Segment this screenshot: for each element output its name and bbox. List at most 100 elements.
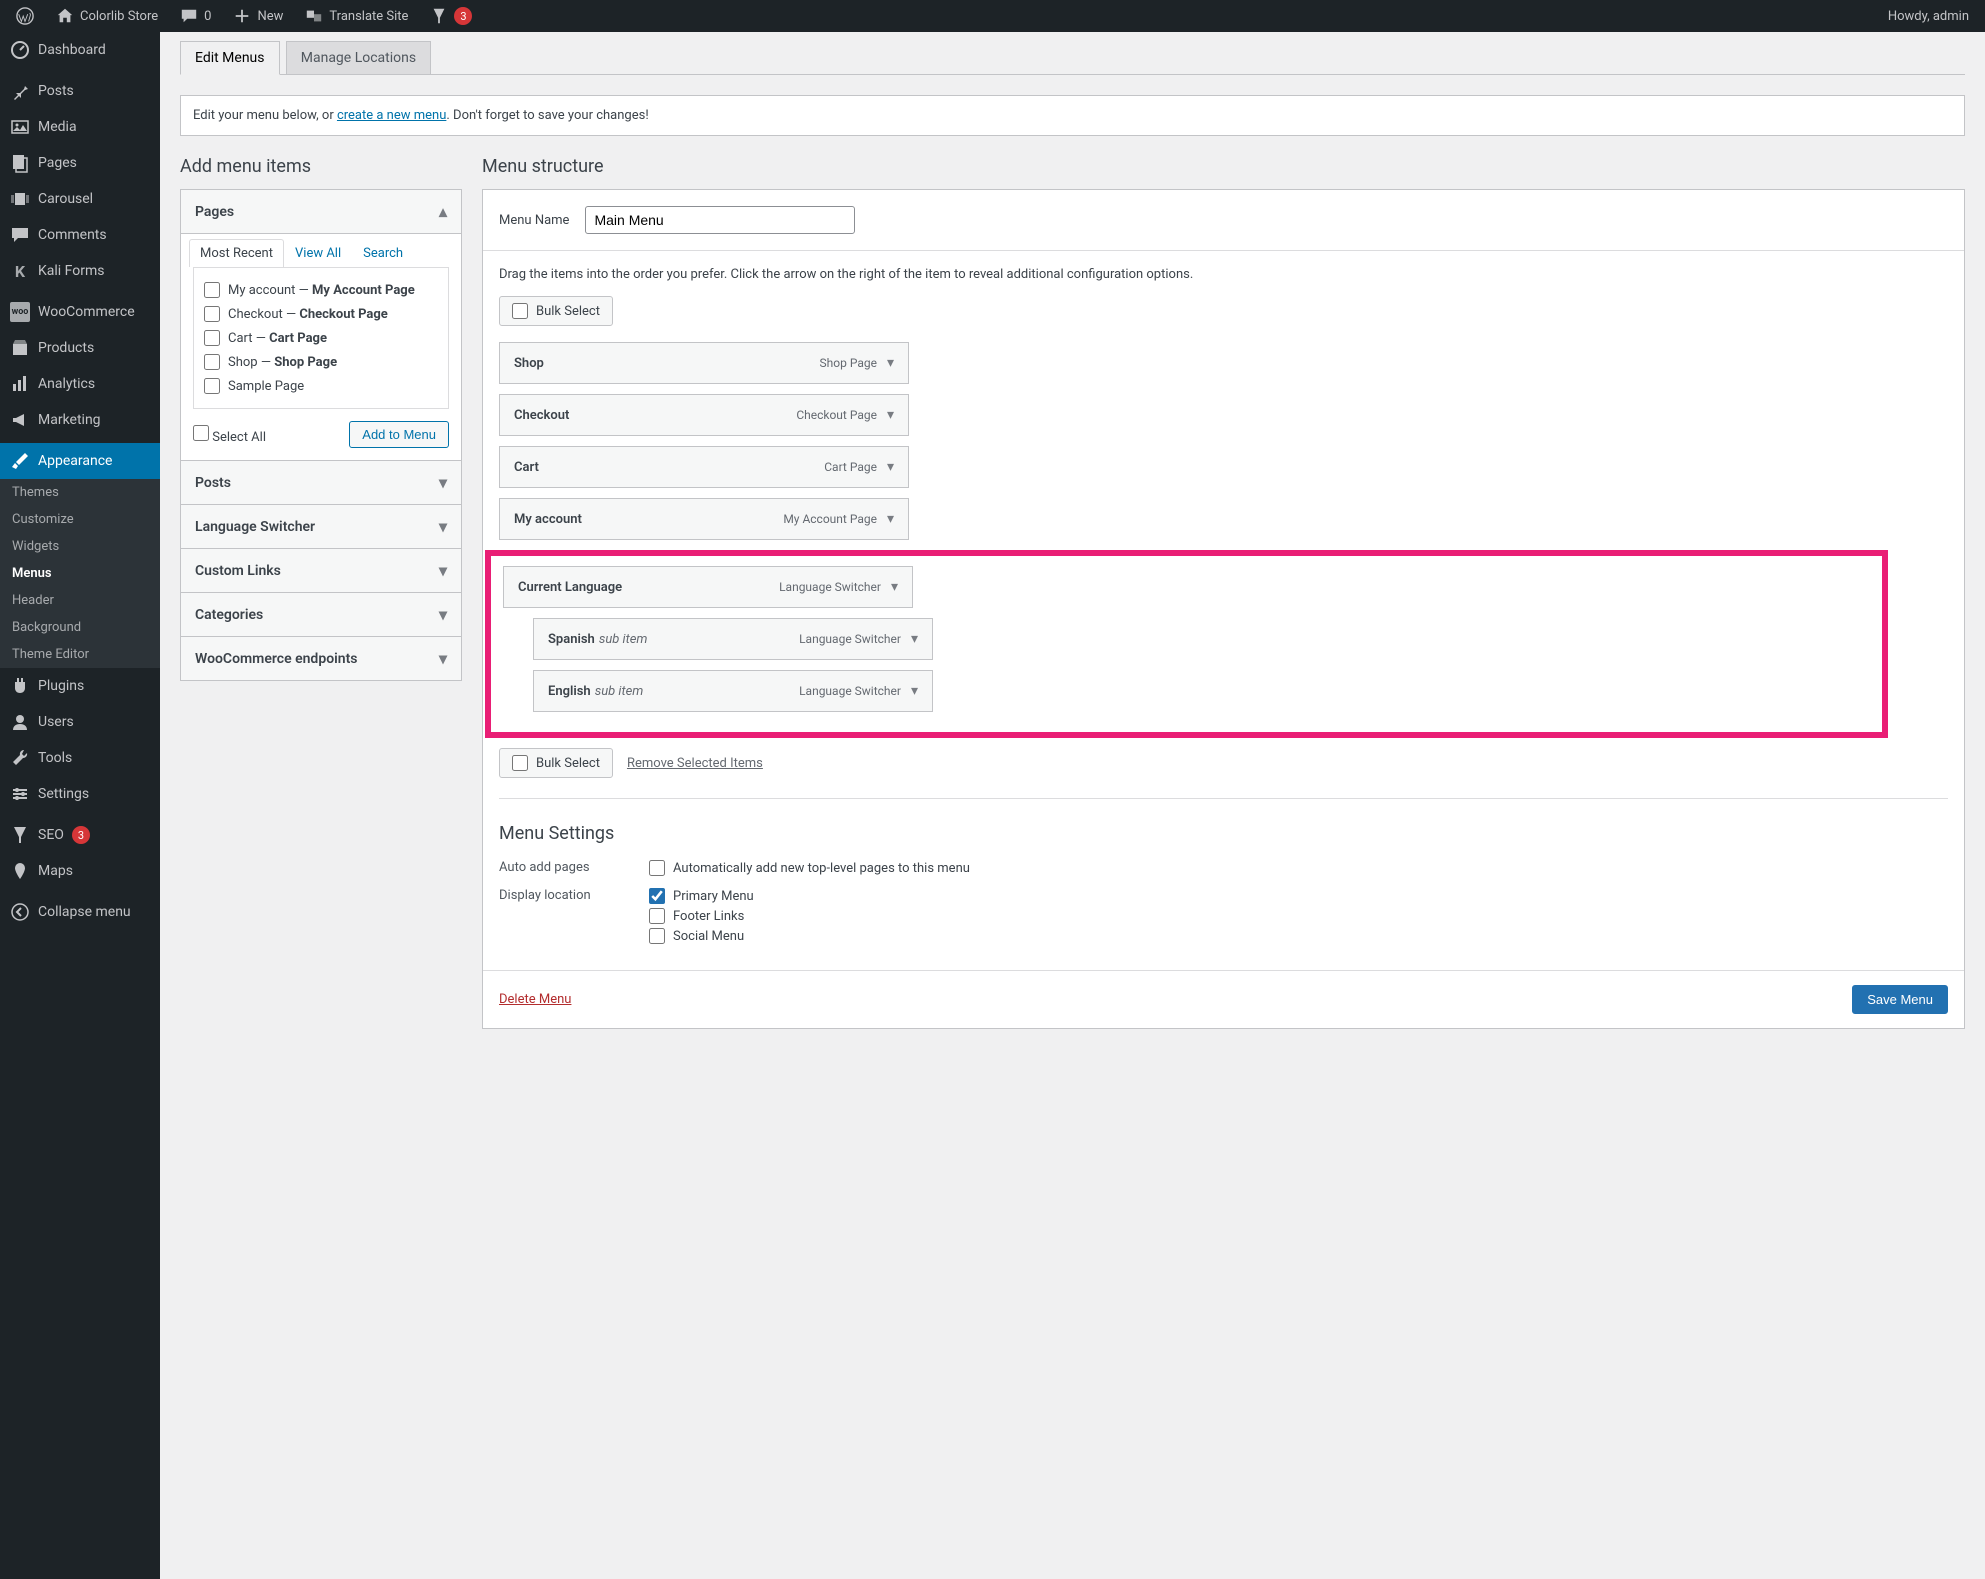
loc-primary-checkbox[interactable] (649, 888, 665, 904)
sub-background[interactable]: Background (0, 614, 160, 641)
page-checkbox[interactable] (204, 282, 220, 298)
sub-widgets[interactable]: Widgets (0, 533, 160, 560)
menu-item[interactable]: CheckoutCheckout Page▾ (499, 394, 909, 436)
acc-pages-header[interactable]: Pages▴ (181, 190, 461, 233)
nav-plugins[interactable]: Plugins (0, 668, 160, 704)
delete-menu-link[interactable]: Delete Menu (499, 992, 571, 1007)
menu-name-input[interactable] (585, 206, 855, 234)
nav-pages[interactable]: Pages (0, 145, 160, 181)
page-item[interactable]: Shop — Shop Page (204, 350, 438, 374)
loc-footer[interactable]: Footer Links (649, 906, 754, 926)
pages-icon (10, 153, 30, 173)
sub-customize[interactable]: Customize (0, 506, 160, 533)
dashboard-icon (10, 40, 30, 60)
nav-analytics[interactable]: Analytics (0, 366, 160, 402)
page-item[interactable]: Sample Page (204, 374, 438, 398)
caret-down-icon[interactable]: ▾ (887, 355, 894, 371)
page-checkbox[interactable] (204, 330, 220, 346)
acc-custom-links[interactable]: Custom Links▾ (181, 549, 461, 592)
sub-menus[interactable]: Menus (0, 560, 160, 587)
nav-kali-forms[interactable]: KKali Forms (0, 253, 160, 289)
nav-collapse[interactable]: Collapse menu (0, 894, 160, 930)
page-checkbox[interactable] (204, 354, 220, 370)
nav-settings[interactable]: Settings (0, 776, 160, 812)
caret-down-icon[interactable]: ▾ (911, 631, 918, 647)
loc-primary[interactable]: Primary Menu (649, 886, 754, 906)
save-menu-button[interactable]: Save Menu (1852, 985, 1948, 1014)
tab-edit-menus[interactable]: Edit Menus (180, 41, 280, 75)
nav-comments[interactable]: Comments (0, 217, 160, 253)
comment-icon (180, 7, 198, 25)
nav-maps[interactable]: Maps (0, 853, 160, 889)
select-all-checkbox[interactable] (193, 425, 209, 441)
nav-media[interactable]: Media (0, 109, 160, 145)
menu-item-current-language[interactable]: Current Language Language Switcher▾ (503, 566, 913, 608)
nav-seo[interactable]: SEO 3 (0, 817, 160, 853)
acc-categories[interactable]: Categories▾ (181, 593, 461, 636)
nav-users[interactable]: Users (0, 704, 160, 740)
pin-icon (10, 81, 30, 101)
page-checkbox[interactable] (204, 306, 220, 322)
bulk-select-checkbox-2[interactable] (512, 755, 528, 771)
nav-appearance[interactable]: Appearance (0, 443, 160, 479)
menu-item-sub[interactable]: Englishsub itemLanguage Switcher▾ (533, 670, 933, 712)
analytics-icon (10, 374, 30, 394)
page-item[interactable]: Cart — Cart Page (204, 326, 438, 350)
pages-tab-search[interactable]: Search (352, 239, 414, 267)
translate-label: Translate Site (329, 9, 408, 24)
comments-link[interactable]: 0 (172, 7, 219, 25)
admin-bar: Colorlib Store 0 New Translate Site 3 Ho… (0, 0, 1985, 32)
sub-theme-editor[interactable]: Theme Editor (0, 641, 160, 668)
pages-tab-viewall[interactable]: View All (284, 239, 352, 267)
caret-down-icon[interactable]: ▾ (911, 683, 918, 699)
site-name[interactable]: Colorlib Store (48, 7, 166, 25)
sub-header[interactable]: Header (0, 587, 160, 614)
acc-language-switcher[interactable]: Language Switcher▾ (181, 505, 461, 548)
caret-up-icon: ▴ (439, 202, 447, 221)
wp-logo[interactable] (8, 7, 42, 25)
caret-down-icon[interactable]: ▾ (887, 511, 894, 527)
menu-tabs: Edit Menus Manage Locations (180, 32, 1965, 75)
nav-dashboard[interactable]: Dashboard (0, 32, 160, 68)
comments-count: 0 (204, 9, 211, 24)
bulk-select-checkbox[interactable] (512, 303, 528, 319)
loc-social-checkbox[interactable] (649, 928, 665, 944)
nav-products[interactable]: Products (0, 330, 160, 366)
nav-tools[interactable]: Tools (0, 740, 160, 776)
pages-tab-recent[interactable]: Most Recent (189, 239, 284, 267)
menu-item[interactable]: My accountMy Account Page▾ (499, 498, 909, 540)
remove-selected-link[interactable]: Remove Selected Items (627, 756, 763, 771)
caret-down-icon[interactable]: ▾ (887, 407, 894, 423)
page-item[interactable]: My account — My Account Page (204, 278, 438, 302)
caret-down-icon[interactable]: ▾ (887, 459, 894, 475)
page-item[interactable]: Checkout — Checkout Page (204, 302, 438, 326)
add-to-menu-button[interactable]: Add to Menu (349, 421, 449, 448)
loc-social[interactable]: Social Menu (649, 926, 754, 946)
nav-marketing[interactable]: Marketing (0, 402, 160, 438)
create-new-menu-link[interactable]: create a new menu (337, 108, 446, 123)
menu-item[interactable]: ShopShop Page▾ (499, 342, 909, 384)
auto-add-option[interactable]: Automatically add new top-level pages to… (649, 858, 970, 878)
select-all[interactable]: Select All (193, 425, 266, 445)
bulk-select-bottom[interactable]: Bulk Select (499, 748, 613, 778)
tab-manage-locations[interactable]: Manage Locations (286, 41, 431, 74)
howdy[interactable]: Howdy, admin (1880, 9, 1977, 24)
translate-site[interactable]: Translate Site (297, 7, 416, 25)
yoast-icon (10, 825, 30, 845)
nav-woocommerce[interactable]: wooWooCommerce (0, 294, 160, 330)
caret-down-icon[interactable]: ▾ (891, 579, 898, 595)
nav-posts[interactable]: Posts (0, 73, 160, 109)
loc-footer-checkbox[interactable] (649, 908, 665, 924)
add-items-accordion: Pages▴ Most Recent View All Search My ac… (180, 189, 462, 681)
auto-add-checkbox[interactable] (649, 860, 665, 876)
yoast-item[interactable]: 3 (422, 7, 480, 25)
new-content[interactable]: New (225, 7, 291, 25)
menu-item[interactable]: CartCart Page▾ (499, 446, 909, 488)
nav-carousel[interactable]: Carousel (0, 181, 160, 217)
menu-item-sub[interactable]: Spanishsub itemLanguage Switcher▾ (533, 618, 933, 660)
sub-themes[interactable]: Themes (0, 479, 160, 506)
acc-posts[interactable]: Posts▾ (181, 461, 461, 504)
page-checkbox[interactable] (204, 378, 220, 394)
acc-woo-endpoints[interactable]: WooCommerce endpoints▾ (181, 637, 461, 680)
bulk-select-top[interactable]: Bulk Select (499, 296, 613, 326)
